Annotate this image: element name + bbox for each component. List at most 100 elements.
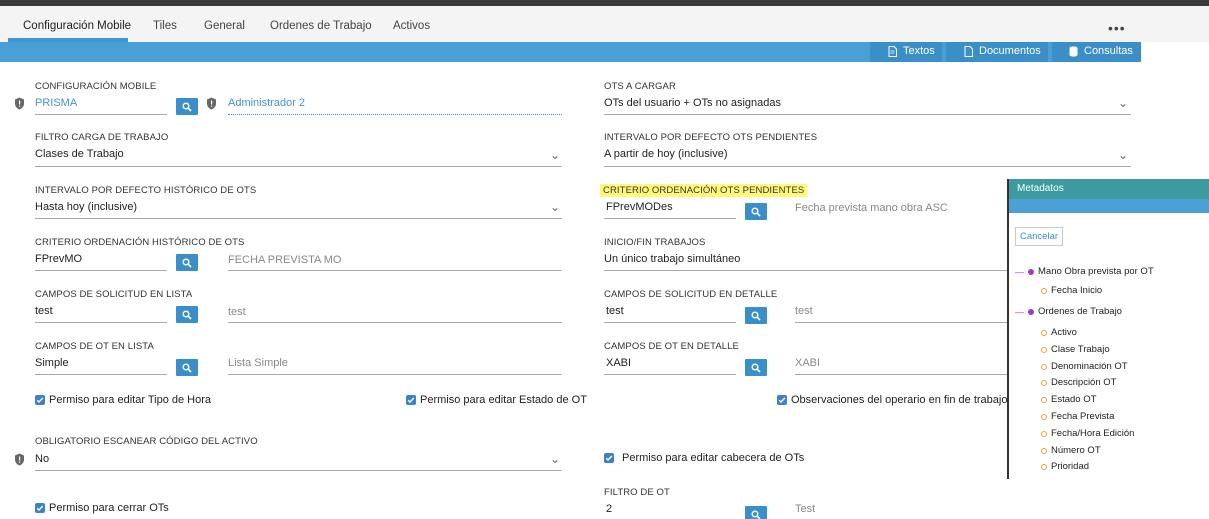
permiso-tipo-hora-checkbox[interactable]: Permiso para editar Tipo de Hora [35,394,211,406]
filtro-ot-search-button[interactable] [745,506,767,519]
document-icon [964,45,973,57]
tree-group-ordenes-trabajo[interactable]: — Ordenes de Trabajo [1015,306,1122,317]
tree-item[interactable]: Descripción OT [1041,377,1116,388]
more-options-icon[interactable]: ••• [1108,20,1126,36]
tab-activos[interactable]: Activos [393,20,430,32]
tree-item-label: Fecha/Hora Edición [1051,428,1135,439]
tree-item[interactable]: Fecha/Hora Edición [1041,428,1134,439]
tree-item[interactable]: Número OT [1041,445,1101,456]
tree-item-label: Activo [1051,327,1077,338]
chevron-down-icon[interactable]: ⌄ [550,452,560,466]
intervalo-hist-select[interactable]: Hasta hoy (inclusive) [35,201,137,213]
obligatorio-select[interactable]: No [35,453,49,465]
shield-icon [15,453,24,466]
tree-group-label: Ordenes de Trabajo [1038,306,1122,317]
tree-group-label: Mano Obra prevista por OT [1038,266,1154,277]
consultas-button[interactable]: Consultas [1069,45,1133,57]
leaf-dot-icon [1041,413,1047,420]
filtro-carga-select[interactable]: Clases de Trabajo [35,148,124,160]
tree-item[interactable]: Denominación OT [1041,361,1128,372]
search-icon [182,101,192,112]
config-mobile-field[interactable]: PRISMA [35,97,77,109]
campos-ot-lista-underline [35,374,167,375]
tab-configuracion-mobile[interactable]: Configuración Mobile [23,20,131,32]
criterio-pend-search-button[interactable] [745,203,767,220]
permiso-cerrar-label: Permiso para cerrar OTs [49,502,169,514]
search-icon [751,310,761,321]
tree-item[interactable]: Fecha Inicio [1041,285,1102,296]
permiso-tipo-hora-label: Permiso para editar Tipo de Hora [49,394,212,406]
chevron-down-icon[interactable]: ⌄ [1118,148,1128,162]
filtro-carga-underline [35,166,562,167]
filtro-carga-label: FILTRO CARGA DE TRABAJO [35,132,169,143]
campos-sol-lista-label: CAMPOS DE SOLICITUD EN LISTA [35,289,193,300]
campos-sol-lista-field[interactable]: test [35,305,53,317]
tree-item-label: Denominación OT [1051,361,1128,372]
criterio-hist-field[interactable]: FPrevMO [35,253,82,265]
criterio-pend-underline [604,218,736,219]
intervalo-pend-select[interactable]: A partir de hoy (inclusive) [604,148,728,160]
tree-item[interactable]: Activo [1041,327,1077,338]
tree-group-mano-obra[interactable]: — Mano Obra prevista por OT [1015,266,1154,277]
campos-sol-lista-search-button[interactable] [176,306,198,323]
collapse-icon[interactable]: — [1015,307,1024,317]
campos-sol-detalle-search-button[interactable] [745,307,767,324]
chevron-down-icon[interactable]: ⌄ [550,148,560,162]
campos-sol-detalle-field[interactable]: test [606,305,624,317]
permiso-cerrar-checkbox[interactable]: Permiso para cerrar OTs [35,502,169,514]
documentos-label: Documentos [979,45,1041,57]
tab-tiles[interactable]: Tiles [153,20,177,32]
tree-item[interactable]: Clase Trabajo [1041,344,1110,355]
campos-ot-lista-search-button[interactable] [176,359,198,376]
campos-sol-detalle-desc-underline [795,322,1007,323]
leaf-dot-icon [1041,363,1047,370]
leaf-dot-icon [1041,430,1047,437]
filtro-ot-field[interactable]: 2 [606,503,612,515]
criterio-pend-label: CRITERIO ORDENACIÓN OTS PENDIENTES [600,184,808,197]
shield-icon [15,97,24,110]
campos-ot-detalle-search-button[interactable] [745,359,767,376]
documentos-button[interactable]: Documentos [964,45,1041,57]
tab-ordenes-de-trabajo[interactable]: Ordenes de Trabajo [270,20,372,32]
tab-bar: Configuración Mobile Tiles General Orden… [0,6,1209,42]
permiso-estado-ot-checkbox[interactable]: Permiso para editar Estado de OT [406,394,587,406]
config-mobile-label: CONFIGURACIÓN MOBILE [35,81,157,92]
tab-general[interactable]: General [204,20,245,32]
campos-ot-detalle-label: CAMPOS DE OT EN DETALLE [604,341,739,352]
campos-ot-lista-field[interactable]: Simple [35,357,69,369]
leaf-dot-icon [1041,396,1047,403]
ots-cargar-underline [604,114,1131,115]
group-dot-icon [1028,308,1034,315]
campos-ot-detalle-underline [604,374,736,375]
chevron-down-icon[interactable]: ⌄ [550,200,560,214]
tree-item-label: Prioridad [1051,461,1090,472]
campos-ot-detalle-desc-underline [795,374,1007,375]
obligatorio-label: OBLIGATORIO ESCANEAR CÓDIGO DEL ACTIVO [35,436,258,447]
textos-button[interactable]: Textos [888,45,935,57]
ots-cargar-select[interactable]: OTs del usuario + OTs no asignadas [604,97,781,109]
filtro-ot-label: FILTRO DE OT [604,487,670,498]
campos-ot-detalle-field[interactable]: XABI [606,357,631,369]
tree-item[interactable]: Prioridad [1041,461,1089,472]
checkbox-checked-icon [35,395,45,405]
tree-item-label: Fecha Inicio [1051,285,1103,296]
criterio-hist-label: CRITERIO ORDENACIÓN HISTÓRICO DE OTS [35,237,245,248]
criterio-pend-field[interactable]: FPrevMODes [606,201,673,213]
chevron-down-icon[interactable]: ⌄ [1118,96,1128,110]
campos-sol-detalle-description: test [795,305,813,317]
leaf-dot-icon [1041,329,1047,336]
permiso-cabecera-checkbox[interactable]: Permiso para editar cabecera de OTs [604,452,804,464]
criterio-hist-search-button[interactable] [176,254,198,271]
inicio-fin-underline [604,270,1007,271]
config-mobile-search-button[interactable] [176,98,198,115]
permiso-cabecera-label: Permiso para editar cabecera de OTs [622,452,805,464]
inicio-fin-select[interactable]: Un único trabajo simultáneo [604,253,740,265]
tree-item[interactable]: Estado OT [1041,394,1096,405]
observaciones-checkbox[interactable]: Observaciones del operario en fin de tra… [777,394,1007,406]
collapse-icon[interactable]: — [1015,267,1024,277]
shield-icon [207,97,216,110]
campos-sol-lista-underline [35,322,167,323]
cancel-button[interactable]: Cancelar [1015,227,1064,246]
tree-item[interactable]: Fecha Prevista [1041,411,1114,422]
campos-ot-lista-description: Lista Simple [228,357,288,369]
